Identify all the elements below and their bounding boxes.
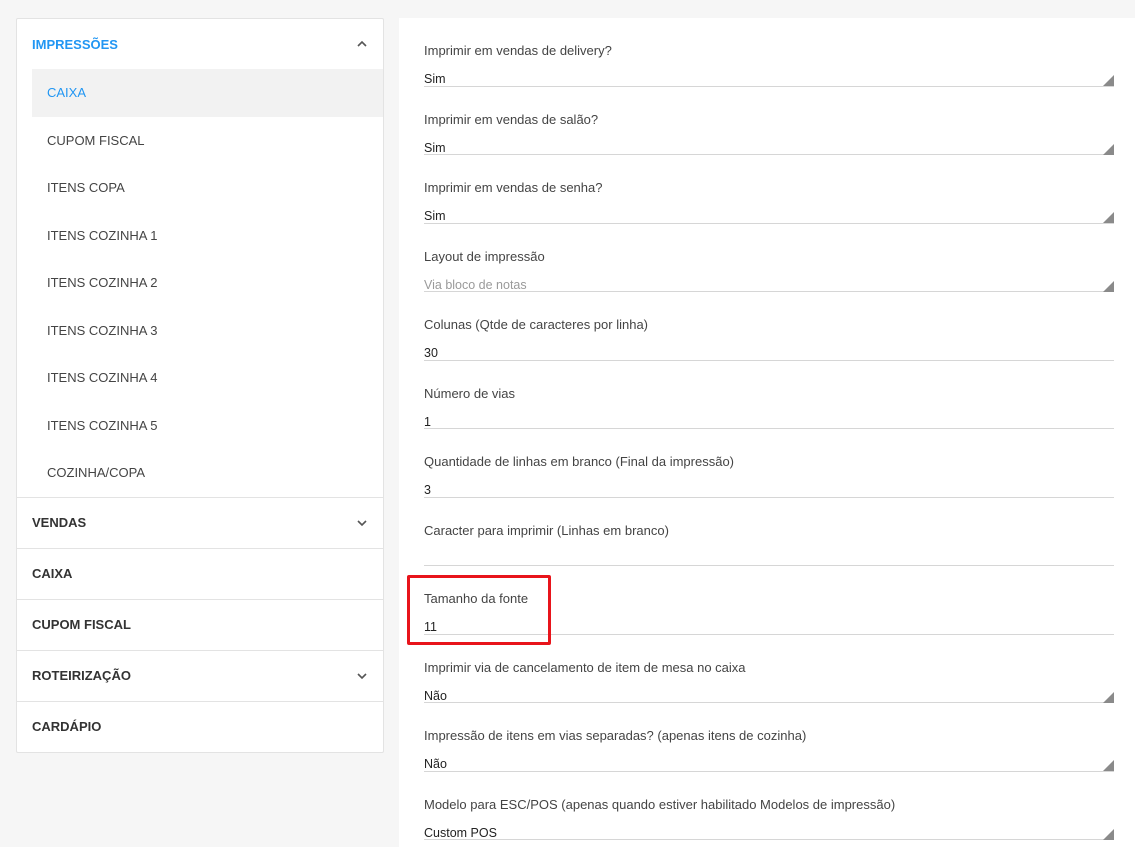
field-label: Impressão de itens em vias separadas? (a… — [424, 728, 807, 743]
field-label: Colunas (Qtde de caracteres por linha) — [424, 317, 649, 332]
subitem-label: ITENS COZINHA 5 — [47, 417, 158, 433]
section-label: IMPRESSÕES — [32, 36, 118, 52]
subitem-label: ITENS COZINHA 1 — [47, 227, 158, 243]
subitem-itens-copa[interactable]: ITENS COPA — [32, 164, 383, 212]
subitem-itens-cozinha-4[interactable]: ITENS COZINHA 4 — [32, 354, 383, 402]
field-label: Imprimir via de cancelamento de item de … — [424, 659, 746, 675]
field-label: Modelo para ESC/POS (apenas quando estiv… — [424, 796, 896, 812]
subitem-label: ITENS COZINHA 2 — [47, 275, 158, 291]
input-field[interactable]: Número de vias 1 — [424, 361, 1114, 429]
field-label: Tamanho da fonte — [424, 591, 529, 606]
field-label: Layout de impressão — [424, 248, 545, 264]
subitem-itens-cozinha-1[interactable]: ITENS COZINHA 1 — [32, 212, 383, 260]
field-value[interactable]: Sim — [424, 209, 446, 223]
input-field[interactable]: Tamanho da fonte 11 — [424, 566, 1114, 635]
section-vendas[interactable]: VENDAS — [17, 496, 383, 548]
select-field[interactable]: Modelo para ESC/POS (apenas quando estiv… — [424, 772, 1114, 840]
section-label: ROTEIRIZAÇÃO — [32, 668, 131, 683]
select-caret-icon[interactable] — [1102, 211, 1114, 223]
section-cardapio[interactable]: CARDÁPIO — [17, 700, 383, 752]
select-field[interactable]: Imprimir em vendas de delivery? Sim — [424, 18, 1114, 87]
field-label: Imprimir em vendas de salão? — [424, 111, 599, 127]
subitem-label: ITENS COZINHA 3 — [47, 322, 158, 338]
section-label: CUPOM FISCAL — [32, 617, 131, 632]
input-field[interactable]: Colunas (Qtde de caracteres por linha) 30 — [424, 292, 1114, 361]
select-caret-icon[interactable] — [1102, 691, 1114, 703]
select-caret-icon[interactable] — [1102, 828, 1114, 840]
subitem-caixa[interactable]: CAIXA — [32, 69, 383, 117]
field-label: Imprimir em vendas de delivery? — [424, 43, 612, 58]
field-label: Número de vias — [424, 385, 516, 401]
field-value[interactable]: 1 — [424, 415, 431, 429]
field-label: Caracter para imprimir (Linhas em branco… — [424, 522, 669, 538]
select-caret-icon[interactable] — [1102, 280, 1114, 292]
field-value[interactable]: Via bloco de notas — [424, 278, 527, 292]
section-label: CAIXA — [32, 566, 73, 581]
subitem-label: ITENS COZINHA 4 — [47, 370, 158, 386]
section-label: VENDAS — [32, 515, 87, 530]
section-label: CARDÁPIO — [32, 719, 102, 734]
select-field[interactable]: Layout de impressão Via bloco de notas — [424, 224, 1114, 292]
input-field[interactable]: Caracter para imprimir (Linhas em branco… — [424, 498, 1114, 566]
subitem-itens-cozinha-5[interactable]: ITENS COZINHA 5 — [32, 402, 383, 450]
select-caret-icon[interactable] — [1102, 759, 1114, 771]
select-field[interactable]: Impressão de itens em vias separadas? (a… — [424, 703, 1114, 772]
section-cupom-fiscal[interactable]: CUPOM FISCAL — [17, 598, 383, 650]
field-value[interactable]: Sim — [424, 72, 446, 86]
input-field[interactable]: Quantidade de linhas em branco (Final da… — [424, 429, 1114, 498]
section-caixa[interactable]: CAIXA — [17, 547, 383, 599]
select-caret-icon[interactable] — [1102, 74, 1114, 86]
subitem-cozinha-copa[interactable]: COZINHA/COPA — [32, 449, 383, 497]
subitem-label: CUPOM FISCAL — [47, 132, 145, 148]
section-impressoes[interactable]: IMPRESSÕES — [17, 19, 383, 69]
field-label: Quantidade de linhas em branco (Final da… — [424, 454, 735, 469]
field-value[interactable]: 30 — [424, 346, 438, 360]
select-field[interactable]: Imprimir via de cancelamento de item de … — [424, 635, 1114, 703]
settings-sidebar: IMPRESSÕES CAIXA CUPOM FISCAL ITENS COPA… — [16, 18, 384, 753]
field-value[interactable]: Sim — [424, 141, 446, 155]
field-value[interactable]: Custom POS — [424, 826, 497, 840]
subitem-cupom-fiscal[interactable]: CUPOM FISCAL — [32, 117, 383, 165]
field-value[interactable]: 3 — [424, 483, 431, 497]
select-caret-icon[interactable] — [1102, 143, 1114, 155]
subitem-itens-cozinha-3[interactable]: ITENS COZINHA 3 — [32, 307, 383, 355]
impressoes-subitems: CAIXA CUPOM FISCAL ITENS COPA ITENS COZI… — [17, 69, 383, 497]
subitem-label: CAIXA — [47, 85, 87, 101]
section-roteirizacao[interactable]: ROTEIRIZAÇÃO — [17, 649, 383, 701]
subitem-itens-cozinha-2[interactable]: ITENS COZINHA 2 — [32, 259, 383, 307]
chevron-down-icon — [356, 517, 368, 529]
subitem-label: COZINHA/COPA — [47, 465, 145, 481]
chevron-down-icon — [356, 670, 368, 682]
field-value[interactable]: Não — [424, 689, 447, 703]
select-field[interactable]: Imprimir em vendas de salão? Sim — [424, 87, 1114, 155]
select-field[interactable]: Imprimir em vendas de senha? Sim — [424, 155, 1114, 224]
subitem-label: ITENS COPA — [47, 180, 125, 196]
field-value[interactable]: 11 — [424, 620, 437, 634]
field-value[interactable]: Não — [424, 757, 447, 771]
chevron-up-icon — [356, 38, 368, 50]
field-label: Imprimir em vendas de senha? — [424, 180, 603, 195]
settings-form: Imprimir em vendas de delivery? Sim Imprim… — [399, 18, 1135, 847]
